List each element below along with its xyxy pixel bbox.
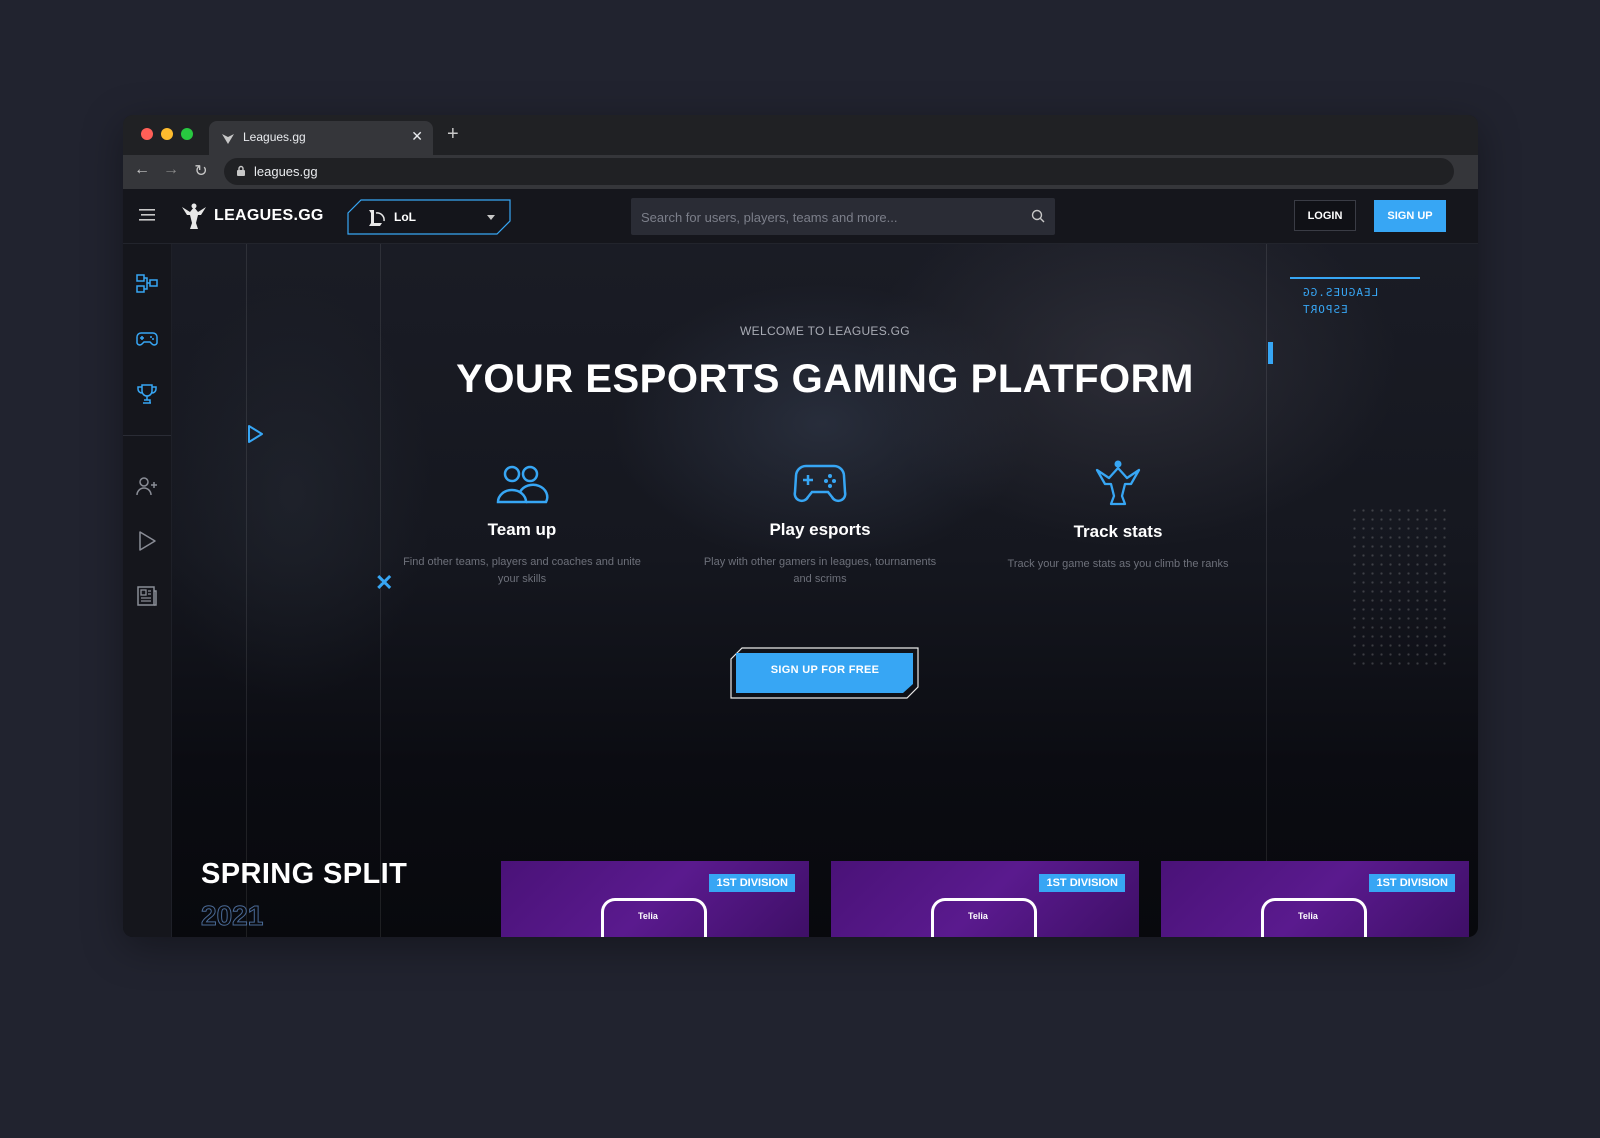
lol-logo-icon bbox=[369, 210, 385, 226]
feature-description: Play with other gamers in leagues, tourn… bbox=[703, 556, 937, 585]
spring-split-title: SPRING SPLIT bbox=[201, 858, 408, 890]
site: LEAGUES.GG LoL LOGIN bbox=[123, 189, 1478, 937]
sponsor-name: Telia bbox=[1298, 911, 1318, 921]
browser-window: Leagues.gg ✕ + ← → ↻ leagues.gg LEAGUES.… bbox=[123, 115, 1478, 937]
league-card[interactable]: 1ST DIVISION Telia bbox=[1161, 861, 1469, 937]
league-card[interactable]: 1ST DIVISION Telia bbox=[501, 861, 809, 937]
controller-icon bbox=[793, 464, 847, 503]
address-bar: ← → ↻ leagues.gg bbox=[123, 155, 1478, 189]
tab-close-icon[interactable]: ✕ bbox=[411, 128, 423, 145]
sponsor-name: Telia bbox=[638, 911, 658, 921]
decor-line bbox=[1266, 244, 1267, 937]
gamepad-icon[interactable] bbox=[135, 327, 159, 351]
trophy-icon[interactable] bbox=[135, 382, 159, 406]
x-mark-icon: ✕ bbox=[375, 570, 394, 595]
site-logo[interactable]: LEAGUES.GG bbox=[180, 200, 324, 232]
reload-icon[interactable]: ↻ bbox=[190, 161, 212, 181]
logo-text: LEAGUES.GG bbox=[214, 207, 324, 224]
sidebar bbox=[123, 244, 172, 937]
hero-section: ✕ LEAGUES.GG ESPORT WELCOME TO LEAGUES.G… bbox=[172, 244, 1478, 937]
welcome-text: WELCOME TO LEAGUES.GG bbox=[740, 324, 910, 338]
decor-line bbox=[246, 244, 247, 937]
add-user-icon[interactable] bbox=[135, 474, 159, 498]
signup-for-free-button[interactable]: SIGN UP FOR FREE bbox=[730, 647, 926, 699]
news-icon[interactable] bbox=[135, 584, 159, 608]
signup-button[interactable]: SIGN UP bbox=[1374, 200, 1446, 232]
division-badge: 1ST DIVISION bbox=[1039, 874, 1125, 892]
feature-title: Track stats bbox=[1073, 522, 1163, 541]
game-selector[interactable]: LoL bbox=[347, 199, 511, 235]
sponsor-logo: Telia bbox=[601, 898, 707, 937]
hamburger-menu-icon[interactable] bbox=[139, 207, 157, 223]
division-badge: 1ST DIVISION bbox=[1369, 874, 1455, 892]
lock-icon bbox=[237, 165, 245, 176]
corner-accent-line bbox=[1290, 277, 1420, 279]
mirrored-line-2: ESPORT bbox=[1302, 303, 1348, 316]
feature-play-esports: Play esports Play with other gamers in l… bbox=[700, 462, 940, 588]
feature-title: Team up bbox=[487, 520, 557, 539]
game-selector-label: LoL bbox=[394, 210, 416, 224]
back-icon[interactable]: ← bbox=[131, 161, 153, 179]
forward-icon[interactable]: → bbox=[160, 161, 182, 179]
tab-title: Leagues.gg bbox=[243, 130, 306, 144]
dot-grid-decoration bbox=[1350, 506, 1448, 666]
sponsor-name: Telia bbox=[968, 911, 988, 921]
new-tab-icon[interactable]: + bbox=[447, 123, 459, 146]
leagues-logo-icon bbox=[182, 203, 206, 229]
tab-bar: Leagues.gg ✕ + bbox=[123, 115, 1478, 155]
search-input[interactable] bbox=[631, 198, 1033, 237]
sponsor-logo: Telia bbox=[1261, 898, 1367, 937]
hero-headline: YOUR ESPORTS GAMING PLATFORM bbox=[456, 357, 1194, 401]
cta-label: SIGN UP FOR FREE bbox=[770, 664, 880, 676]
url-field[interactable]: leagues.gg bbox=[224, 158, 1454, 185]
maximize-window-button[interactable] bbox=[181, 128, 193, 140]
team-icon bbox=[496, 465, 549, 504]
mirrored-line-1: LEAGUES.GG bbox=[1302, 286, 1379, 299]
search-icon[interactable] bbox=[1031, 209, 1045, 223]
close-window-button[interactable] bbox=[141, 128, 153, 140]
feature-team-up: Team up Find other teams, players and co… bbox=[402, 462, 642, 588]
chevron-down-icon bbox=[487, 215, 495, 220]
mirrored-brand-text: LEAGUES.GG ESPORT bbox=[1302, 284, 1420, 318]
video-play-icon[interactable] bbox=[247, 424, 265, 444]
login-button[interactable]: LOGIN bbox=[1294, 200, 1356, 231]
browser-tab[interactable]: Leagues.gg ✕ bbox=[209, 121, 433, 155]
brackets-icon[interactable] bbox=[135, 272, 159, 296]
url-text: leagues.gg bbox=[254, 164, 318, 179]
feature-title: Play esports bbox=[769, 520, 871, 539]
sponsor-logo: Telia bbox=[931, 898, 1037, 937]
feature-description: Find other teams, players and coaches an… bbox=[403, 556, 641, 585]
leagues-trophy-icon bbox=[1095, 460, 1141, 506]
spring-split-year: 2021 bbox=[200, 900, 264, 932]
favicon-icon bbox=[222, 134, 234, 144]
sidebar-divider bbox=[123, 435, 171, 436]
site-header: LEAGUES.GG LoL LOGIN bbox=[123, 189, 1478, 244]
feature-description: Track your game stats as you climb the r… bbox=[1007, 558, 1229, 570]
league-card[interactable]: 1ST DIVISION Telia bbox=[831, 861, 1139, 937]
feature-track-stats: Track stats Track your game stats as you… bbox=[998, 458, 1238, 573]
division-badge: 1ST DIVISION bbox=[709, 874, 795, 892]
play-icon[interactable] bbox=[135, 529, 159, 553]
minimize-window-button[interactable] bbox=[161, 128, 173, 140]
search-bar bbox=[631, 198, 1055, 237]
